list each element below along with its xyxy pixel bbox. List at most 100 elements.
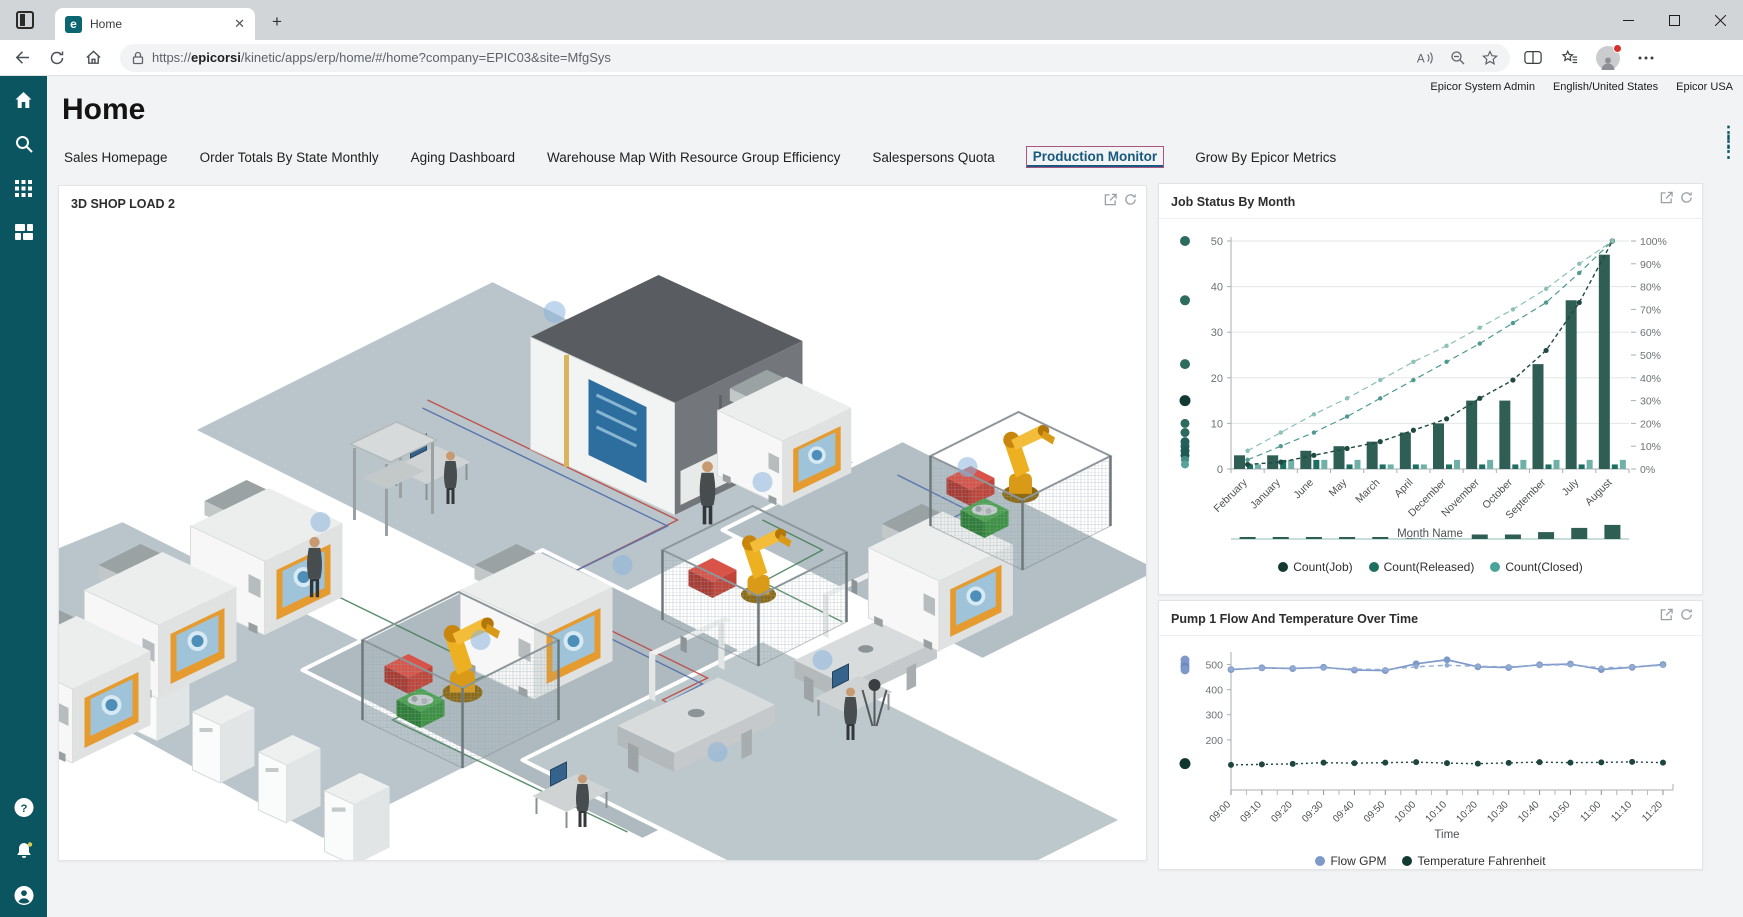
open-in-new-icon[interactable] <box>1660 191 1673 204</box>
svg-text:70%: 70% <box>1640 304 1661 316</box>
tab-close-icon[interactable]: ✕ <box>234 16 245 32</box>
svg-text:10:30: 10:30 <box>1485 799 1511 825</box>
svg-text:A: A <box>1417 52 1425 65</box>
tab-grow-by-epicor-metrics[interactable]: Grow By Epicor Metrics <box>1194 147 1337 168</box>
svg-text:10: 10 <box>1211 418 1223 430</box>
svg-text:90%: 90% <box>1640 259 1661 271</box>
svg-text:10:40: 10:40 <box>1516 799 1542 825</box>
legend-item[interactable]: Temperature Fahrenheit <box>1402 854 1545 868</box>
tab-warehouse-map-with-resource-group-efficiency[interactable]: Warehouse Map With Resource Group Effici… <box>546 147 841 168</box>
legend-item[interactable]: Flow GPM <box>1315 854 1386 868</box>
open-in-new-icon[interactable] <box>1660 608 1673 621</box>
svg-text:0%: 0% <box>1640 464 1655 476</box>
refresh-icon[interactable] <box>1680 608 1693 621</box>
sidebar-search-icon[interactable] <box>14 134 34 154</box>
browser-tab-strip: e Home ✕ + <box>0 0 1743 40</box>
back-button[interactable] <box>6 44 36 72</box>
svg-text:200: 200 <box>1205 735 1223 747</box>
zoom-out-icon[interactable] <box>1450 50 1466 66</box>
shop-panel-title: 3D SHOP LOAD 2 <box>71 197 175 211</box>
sidebar-apps-grid-icon[interactable] <box>14 178 34 198</box>
svg-text:10:00: 10:00 <box>1393 799 1419 825</box>
tab-production-monitor[interactable]: Production Monitor <box>1026 146 1164 168</box>
pump-flow-chart[interactable]: 20030040050009:0009:1009:2009:3009:4009:… <box>1165 642 1694 847</box>
session-company[interactable]: Epicor USA <box>1676 81 1733 93</box>
refresh-icon[interactable] <box>1124 193 1137 206</box>
window-close-button[interactable] <box>1697 0 1743 40</box>
legend-dot <box>1369 562 1379 572</box>
svg-text:09:50: 09:50 <box>1362 799 1388 825</box>
svg-text:10%: 10% <box>1640 441 1661 453</box>
window-maximize-button[interactable] <box>1651 0 1697 40</box>
legend-item[interactable]: Count(Released) <box>1369 560 1475 574</box>
shop-floor-illustration <box>59 220 1146 860</box>
session-user[interactable]: Epicor System Admin <box>1430 81 1535 93</box>
tab-sales-homepage[interactable]: Sales Homepage <box>63 147 169 168</box>
address-bar[interactable]: https://epicorsi/kinetic/apps/erp/home/#… <box>120 44 1510 72</box>
session-locale[interactable]: English/United States <box>1553 81 1658 93</box>
sidebar-dashboard-icon[interactable] <box>14 222 34 242</box>
page-overflow-menu-icon[interactable]: ⋮⋮⋮ <box>1720 128 1734 156</box>
open-in-new-icon[interactable] <box>1104 193 1117 206</box>
tab-aging-dashboard[interactable]: Aging Dashboard <box>410 147 516 168</box>
svg-text:30%: 30% <box>1640 396 1661 408</box>
epicor-favicon: e <box>65 16 82 33</box>
svg-text:11:20: 11:20 <box>1640 799 1665 824</box>
job-panel-title: Job Status By Month <box>1171 195 1295 209</box>
svg-text:40: 40 <box>1211 282 1223 294</box>
svg-text:20: 20 <box>1211 373 1223 385</box>
job-chart-legend: Count(Job) Count(Released) Count(Closed) <box>1159 560 1702 574</box>
svg-text:09:00: 09:00 <box>1208 799 1234 825</box>
legend-item[interactable]: Count(Job) <box>1278 560 1352 574</box>
svg-text:10:20: 10:20 <box>1455 799 1481 825</box>
refresh-icon[interactable] <box>1680 191 1693 204</box>
main-content: Epicor System Admin English/United State… <box>47 76 1743 917</box>
svg-text:July: July <box>1560 476 1582 498</box>
svg-text:Month Name: Month Name <box>1397 528 1463 540</box>
tab-actions-icon[interactable] <box>16 11 34 29</box>
sidebar-help-icon[interactable]: ? <box>14 797 34 817</box>
collections-icon[interactable] <box>1560 50 1578 66</box>
favorite-star-icon[interactable] <box>1482 50 1498 66</box>
svg-text:09:30: 09:30 <box>1300 799 1326 825</box>
sidebar-home-icon[interactable] <box>14 90 34 110</box>
svg-text:09:40: 09:40 <box>1331 799 1357 825</box>
sidebar-account-icon[interactable] <box>14 885 34 905</box>
browser-tab[interactable]: e Home ✕ <box>55 8 255 40</box>
browser-tab-title: Home <box>90 17 226 31</box>
tab-order-totals-by-state-monthly[interactable]: Order Totals By State Monthly <box>199 147 380 168</box>
svg-text:300: 300 <box>1205 710 1223 722</box>
home-button[interactable] <box>78 44 108 72</box>
svg-text:500: 500 <box>1205 660 1223 672</box>
lock-icon <box>132 51 144 65</box>
more-menu-icon[interactable] <box>1638 56 1654 60</box>
legend-dot <box>1490 562 1500 572</box>
svg-text:?: ? <box>20 802 27 814</box>
read-aloud-icon[interactable]: A <box>1416 50 1434 66</box>
page-title: Home <box>62 93 145 127</box>
pump-chart-legend: Flow GPM Temperature Fahrenheit <box>1159 854 1702 868</box>
svg-text:09:20: 09:20 <box>1269 799 1295 825</box>
dashboard-tab-bar: Sales Homepage Order Totals By State Mont… <box>63 146 1337 168</box>
new-tab-button[interactable]: + <box>268 12 286 32</box>
svg-text:March: March <box>1353 477 1382 506</box>
split-screen-icon[interactable] <box>1524 50 1542 65</box>
svg-text:Time: Time <box>1434 829 1459 841</box>
svg-text:80%: 80% <box>1640 282 1661 294</box>
sidebar-notifications-icon[interactable] <box>14 841 34 861</box>
window-minimize-button[interactable] <box>1605 0 1651 40</box>
legend-dot <box>1278 562 1288 572</box>
tab-salespersons-quota[interactable]: Salespersons Quota <box>871 147 995 168</box>
svg-text:10:50: 10:50 <box>1547 799 1573 825</box>
svg-text:20%: 20% <box>1640 418 1661 430</box>
browser-toolbar: https://epicorsi/kinetic/apps/erp/home/#… <box>0 40 1743 76</box>
legend-item[interactable]: Count(Closed) <box>1490 560 1582 574</box>
svg-text:February: February <box>1212 476 1251 515</box>
app-sidebar: ? <box>0 76 47 917</box>
profile-avatar[interactable] <box>1596 46 1620 70</box>
pump-panel-title: Pump 1 Flow And Temperature Over Time <box>1171 612 1418 626</box>
job-status-chart[interactable]: 010203040500%10%20%30%40%50%60%70%80%90%… <box>1165 223 1694 553</box>
url-text: https://epicorsi/kinetic/apps/erp/home/#… <box>152 50 611 65</box>
refresh-button[interactable] <box>42 44 72 72</box>
svg-text:60%: 60% <box>1640 327 1661 339</box>
